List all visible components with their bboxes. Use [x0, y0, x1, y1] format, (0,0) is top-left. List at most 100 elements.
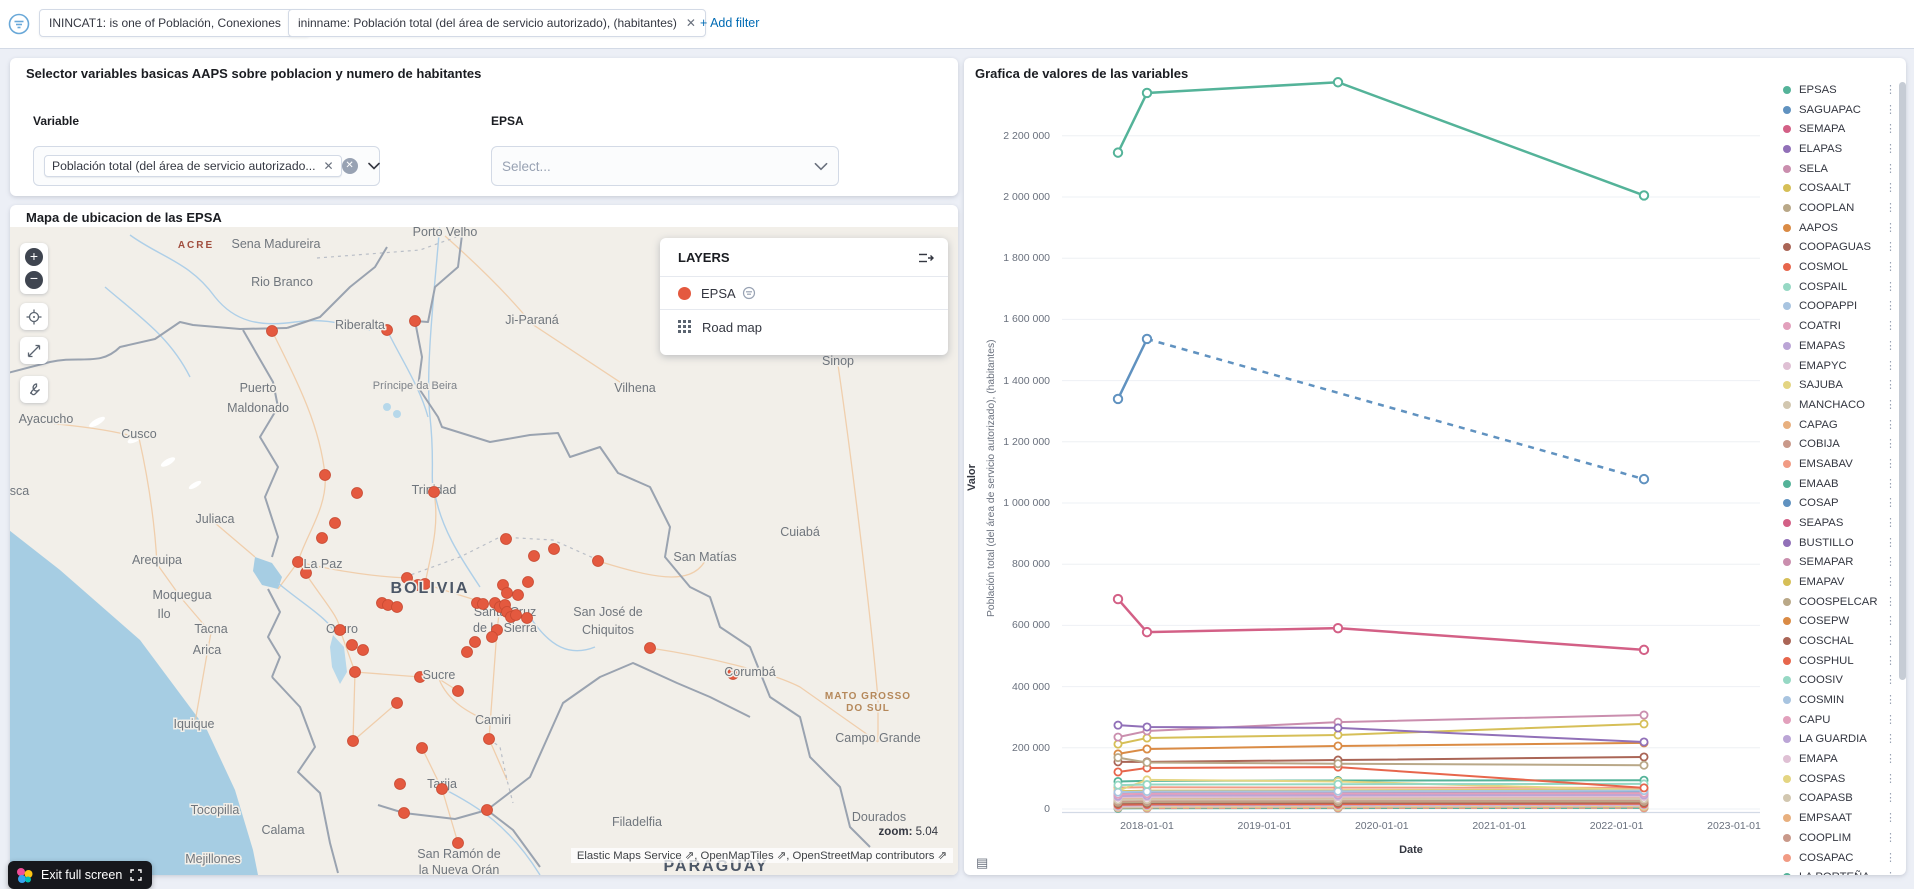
- epsa-map-dot[interactable]: [462, 647, 473, 658]
- map[interactable]: Santa Cruzde la SierraTarijaOruroTrinida…: [10, 227, 958, 875]
- legend-item-COOPAGUAS[interactable]: COOPAGUAS: [1783, 237, 1899, 257]
- legend-item-SEMAPAR[interactable]: SEMAPAR: [1783, 552, 1899, 572]
- legend-item-COBIJA[interactable]: COBIJA: [1783, 434, 1899, 454]
- legend-item-menu-icon[interactable]: ⋮: [1885, 398, 1895, 411]
- epsa-map-dot[interactable]: [501, 534, 512, 545]
- legend-item-SEAPAS[interactable]: SEAPAS: [1783, 513, 1899, 533]
- legend-item-menu-icon[interactable]: ⋮: [1885, 811, 1895, 824]
- chart-marker[interactable]: [1114, 733, 1121, 740]
- legend-item-COSAPAC[interactable]: COSAPAC: [1783, 848, 1899, 868]
- legend-item-menu-icon[interactable]: ⋮: [1885, 575, 1895, 588]
- filter-set-icon[interactable]: [8, 13, 30, 35]
- epsa-map-dot[interactable]: [437, 784, 448, 795]
- legend-item-menu-icon[interactable]: ⋮: [1885, 536, 1895, 549]
- chart-marker[interactable]: [1114, 789, 1121, 796]
- legend-item-menu-icon[interactable]: ⋮: [1885, 299, 1895, 312]
- epsa-map-dot[interactable]: [593, 556, 604, 567]
- epsa-map-dot[interactable]: [470, 637, 481, 648]
- epsa-map-dot[interactable]: [392, 602, 403, 613]
- legend-item-COAPASB[interactable]: COAPASB: [1783, 788, 1899, 808]
- epsa-map-dot[interactable]: [429, 487, 440, 498]
- epsa-map-dot[interactable]: [358, 645, 369, 656]
- legend-item-COOSIV[interactable]: COOSIV: [1783, 670, 1899, 690]
- legend-item-menu-icon[interactable]: ⋮: [1885, 142, 1895, 155]
- epsa-map-dot[interactable]: [267, 326, 278, 337]
- legend-item-COSPAS[interactable]: COSPAS: [1783, 769, 1899, 789]
- epsa-map-dot[interactable]: [513, 590, 524, 601]
- legend-item-menu-icon[interactable]: ⋮: [1885, 477, 1895, 490]
- chart-marker[interactable]: [1143, 723, 1150, 730]
- collapse-layers-icon[interactable]: [918, 251, 934, 265]
- legend-item-menu-icon[interactable]: ⋮: [1885, 595, 1895, 608]
- chart-marker[interactable]: [1334, 78, 1342, 86]
- legend-item-LA GUARDIA[interactable]: LA GUARDIA: [1783, 729, 1899, 749]
- legend-item-menu-icon[interactable]: ⋮: [1885, 162, 1895, 175]
- epsa-map-dot[interactable]: [410, 316, 421, 327]
- epsa-map-dot[interactable]: [350, 667, 361, 678]
- layer-row-roadmap[interactable]: Road map: [660, 310, 948, 344]
- chart-marker[interactable]: [1114, 395, 1122, 403]
- chart-marker[interactable]: [1640, 762, 1647, 769]
- legend-item-EMAPAV[interactable]: EMAPAV: [1783, 572, 1899, 592]
- chart-marker[interactable]: [1114, 741, 1121, 748]
- epsa-map-dot[interactable]: [453, 686, 464, 697]
- legend-item-COSAALT[interactable]: COSAALT: [1783, 178, 1899, 198]
- chart-marker[interactable]: [1640, 191, 1648, 199]
- variable-combobox[interactable]: Población total (del área de servicio au…: [33, 146, 380, 186]
- legend-item-COOPLIM[interactable]: COOPLIM: [1783, 828, 1899, 848]
- chart-marker[interactable]: [1334, 760, 1341, 767]
- legend-item-SAGUAPAC[interactable]: SAGUAPAC: [1783, 100, 1899, 120]
- epsa-map-dot[interactable]: [487, 632, 498, 643]
- epsa-map-dot[interactable]: [478, 599, 489, 610]
- epsa-map-dot[interactable]: [395, 779, 406, 790]
- legend-item-menu-icon[interactable]: ⋮: [1885, 693, 1895, 706]
- legend-item-menu-icon[interactable]: ⋮: [1885, 122, 1895, 135]
- epsa-map-dot[interactable]: [522, 613, 533, 624]
- clear-variable-icon[interactable]: ✕: [342, 158, 358, 174]
- remove-filter-icon[interactable]: ✕: [686, 16, 696, 30]
- legend-item-EMSABAV[interactable]: EMSABAV: [1783, 454, 1899, 474]
- legend-item-BUSTILLO[interactable]: BUSTILLO: [1783, 533, 1899, 553]
- epsa-map-dot[interactable]: [335, 625, 346, 636]
- epsa-map-dot[interactable]: [348, 736, 359, 747]
- legend-item-COATRI[interactable]: COATRI: [1783, 316, 1899, 336]
- chart-marker[interactable]: [1640, 720, 1647, 727]
- legend-item-menu-icon[interactable]: ⋮: [1885, 673, 1895, 686]
- epsa-select[interactable]: Select...: [491, 146, 839, 186]
- legend-item-SAJUBA[interactable]: SAJUBA: [1783, 375, 1899, 395]
- epsa-map-dot[interactable]: [293, 557, 304, 568]
- legend-item-menu-icon[interactable]: ⋮: [1885, 83, 1895, 96]
- legend-item-menu-icon[interactable]: ⋮: [1885, 260, 1895, 273]
- chart-marker[interactable]: [1640, 711, 1647, 718]
- chart-marker[interactable]: [1334, 742, 1341, 749]
- legend-item-menu-icon[interactable]: ⋮: [1885, 103, 1895, 116]
- legend-item-COSEPW[interactable]: COSEPW: [1783, 611, 1899, 631]
- epsa-map-dot[interactable]: [352, 488, 363, 499]
- legend-item-menu-icon[interactable]: ⋮: [1885, 634, 1895, 647]
- legend-item-AAPOS[interactable]: AAPOS: [1783, 218, 1899, 238]
- chart-marker[interactable]: [1143, 628, 1151, 636]
- legend-item-EPSAS[interactable]: EPSAS: [1783, 80, 1899, 100]
- chart-marker[interactable]: [1334, 724, 1341, 731]
- legend-item-menu-icon[interactable]: ⋮: [1885, 516, 1895, 529]
- legend-item-COOPAPPI[interactable]: COOPAPPI: [1783, 296, 1899, 316]
- legend-item-COOPLAN[interactable]: COOPLAN: [1783, 198, 1899, 218]
- legend-item-menu-icon[interactable]: ⋮: [1885, 772, 1895, 785]
- chart-marker[interactable]: [1334, 731, 1341, 738]
- filter-pill-inincat1[interactable]: ININCAT1: is one of Población, Conexione…: [39, 9, 310, 37]
- legend-item-menu-icon[interactable]: ⋮: [1885, 654, 1895, 667]
- legend-item-menu-icon[interactable]: ⋮: [1885, 280, 1895, 293]
- legend-item-menu-icon[interactable]: ⋮: [1885, 496, 1895, 509]
- chart-marker[interactable]: [1640, 784, 1647, 791]
- chart-marker[interactable]: [1143, 335, 1151, 343]
- legend-item-menu-icon[interactable]: ⋮: [1885, 339, 1895, 352]
- legend-item-COSPAIL[interactable]: COSPAIL: [1783, 277, 1899, 297]
- legend-item-menu-icon[interactable]: ⋮: [1885, 201, 1895, 214]
- chart-marker[interactable]: [1143, 89, 1151, 97]
- legend-item-menu-icon[interactable]: ⋮: [1885, 319, 1895, 332]
- legend-item-menu-icon[interactable]: ⋮: [1885, 614, 1895, 627]
- legend-item-SEMAPA[interactable]: SEMAPA: [1783, 119, 1899, 139]
- filter-pill-ininname[interactable]: ininname: Población total (del área de s…: [288, 9, 706, 37]
- epsa-map-dot[interactable]: [484, 734, 495, 745]
- chart-marker[interactable]: [1114, 754, 1121, 761]
